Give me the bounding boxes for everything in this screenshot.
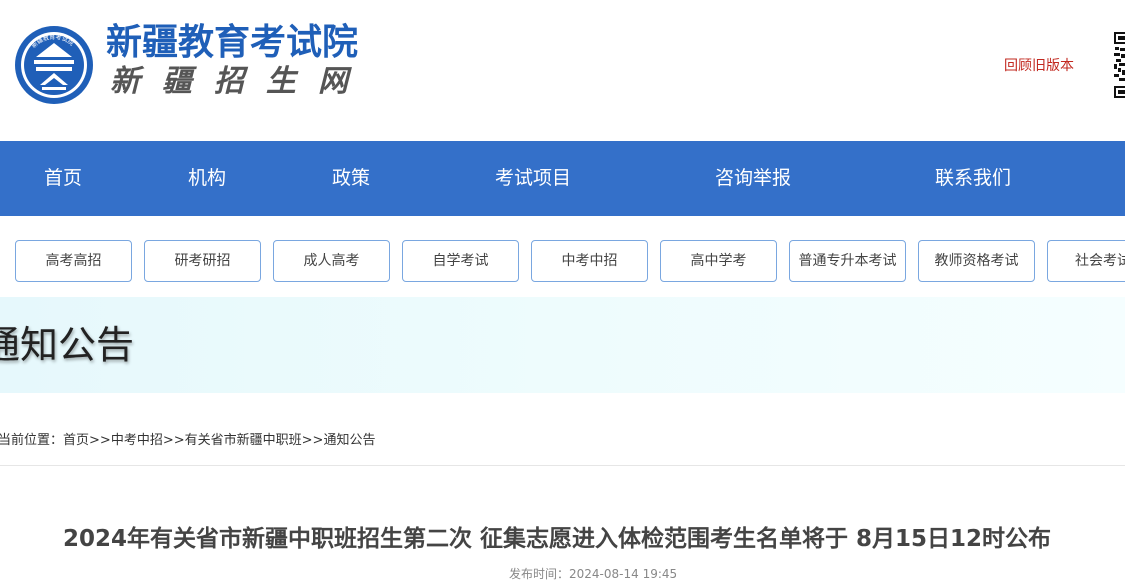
category-social-exam-button[interactable]: 社会考试 [1047,240,1125,282]
old-version-link[interactable]: 回顾旧版本 [1004,57,1074,75]
publish-time: 2024-08-14 19:45 [569,567,678,581]
category-gaokao-button[interactable]: 高考高招 [15,240,132,282]
category-upgrade-exam-button[interactable]: 普通专升本考试 [789,240,906,282]
breadcrumb-item-home[interactable]: 首页 [63,433,89,448]
breadcrumb-divider [0,465,1125,466]
nav-item-policy[interactable]: 政策 [332,141,370,216]
category-zhongkao-button[interactable]: 中考中招 [531,240,648,282]
breadcrumb-separator: >> [89,433,111,448]
category-postgrad-button[interactable]: 研考研招 [144,240,261,282]
nav-item-consult-report[interactable]: 咨询举报 [715,141,791,216]
site-header: 新疆教育考试院 新疆教育考试院 新疆招生网 回顾旧版本 [0,0,1125,141]
breadcrumb-item-notices[interactable]: 通知公告 [323,433,375,448]
nav-item-home[interactable]: 首页 [44,141,82,216]
breadcrumb: 当前位置：首页>>中考中招>>有关省市新疆中职班>>通知公告 [0,431,375,451]
category-buttons: 高考高招 研考研招 成人高考 自学考试 中考中招 高中学考 普通专升本考试 教师… [0,240,1125,282]
category-self-study-button[interactable]: 自学考试 [402,240,519,282]
main-nav: 首页 机构 政策 考试项目 咨询举报 联系我们 [0,141,1125,216]
category-high-school-test-button[interactable]: 高中学考 [660,240,777,282]
category-teacher-cert-button[interactable]: 教师资格考试 [918,240,1035,282]
nav-item-contact-us[interactable]: 联系我们 [935,141,1011,216]
site-name: 新疆教育考试院 [106,22,359,63]
nav-item-organization[interactable]: 机构 [188,141,226,216]
qr-code-icon [1112,30,1125,100]
publish-info: 发布时间：2024-08-14 19:45 [509,566,677,581]
breadcrumb-separator: >> [301,433,324,448]
site-subtitle: 新疆招生网 [110,64,370,99]
category-adult-exam-button[interactable]: 成人高考 [273,240,390,282]
section-title: 通知公告 [0,323,135,367]
breadcrumb-separator: >> [162,433,185,448]
breadcrumb-prefix: 当前位置： [0,433,64,448]
section-banner: 通知公告 [0,297,1125,393]
article-title: 2024年有关省市新疆中职班招生第二次 征集志愿进入体检范围考生名单将于 8月1… [63,526,1052,552]
site-logo-icon[interactable]: 新疆教育考试院 [14,25,94,105]
breadcrumb-item-zhongkao[interactable]: 中考中招 [111,433,163,448]
nav-item-exam-projects[interactable]: 考试项目 [495,141,571,216]
publish-label: 发布时间： [509,567,570,581]
breadcrumb-item-xinjiang-class[interactable]: 有关省市新疆中职班 [185,433,302,448]
